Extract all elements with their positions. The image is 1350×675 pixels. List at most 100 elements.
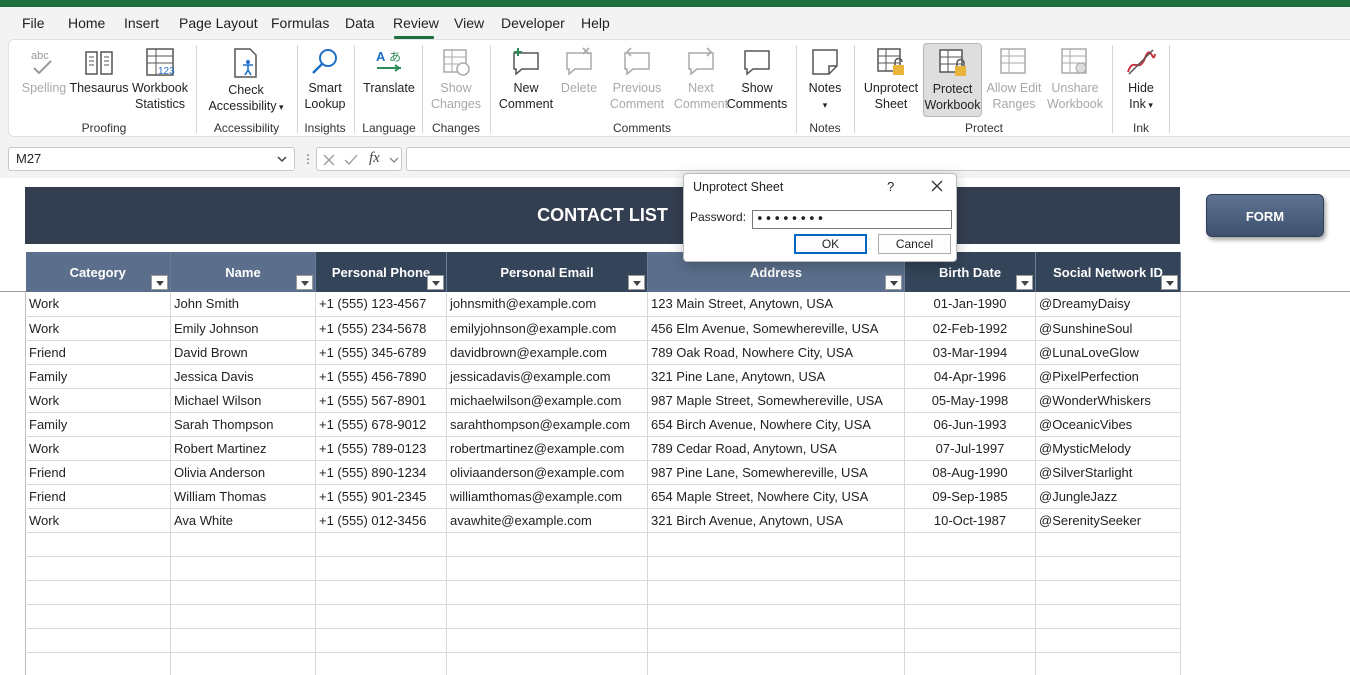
table-cell[interactable]: +1 (555) 901-2345 (315, 484, 447, 509)
table-cell[interactable]: 789 Cedar Road, Anytown, USA (647, 436, 905, 461)
menu-view[interactable]: View (454, 15, 484, 31)
table-cell[interactable] (904, 532, 1036, 557)
smart-lookup-button[interactable]: Smart Lookup (302, 46, 348, 112)
ok-button[interactable]: OK (794, 234, 867, 254)
spelling-button[interactable]: abc Spelling (19, 46, 69, 96)
notes-button[interactable]: Notes ▾ (802, 46, 848, 113)
table-cell[interactable] (904, 628, 1036, 653)
show-comments-button[interactable]: Show Comments (725, 46, 789, 112)
table-cell[interactable]: Family (25, 412, 171, 437)
filter-dropdown-icon[interactable] (885, 275, 902, 290)
table-cell[interactable] (446, 604, 648, 629)
close-icon[interactable] (929, 178, 945, 194)
more-options-icon[interactable]: ⋮ (302, 152, 314, 166)
table-cell[interactable]: @LunaLoveGlow (1035, 340, 1181, 365)
table-cell[interactable] (170, 580, 316, 605)
table-cell[interactable]: 02-Feb-1992 (904, 316, 1036, 341)
table-cell[interactable] (1035, 652, 1181, 675)
insert-function-icon[interactable]: fx (369, 150, 380, 167)
table-cell[interactable]: +1 (555) 678-9012 (315, 412, 447, 437)
filter-dropdown-icon[interactable] (296, 275, 313, 290)
table-cell[interactable]: Work (25, 388, 171, 413)
table-cell[interactable]: 06-Jun-1993 (904, 412, 1036, 437)
check-accessibility-button[interactable]: Check Accessibility ▾ (204, 46, 288, 115)
menu-file[interactable]: File (22, 15, 45, 31)
table-cell[interactable]: 321 Birch Avenue, Anytown, USA (647, 508, 905, 533)
table-cell[interactable]: @SunshineSoul (1035, 316, 1181, 341)
hide-ink-button[interactable]: Hide Ink ▾ (1119, 46, 1163, 113)
table-cell[interactable]: Emily Johnson (170, 316, 316, 341)
delete-comment-button[interactable]: Delete (557, 46, 601, 96)
table-cell[interactable] (446, 652, 648, 675)
table-cell[interactable]: @MysticMelody (1035, 436, 1181, 461)
table-cell[interactable] (446, 628, 648, 653)
table-cell[interactable] (647, 604, 905, 629)
table-cell[interactable] (25, 580, 171, 605)
table-cell[interactable] (904, 580, 1036, 605)
table-cell[interactable]: 654 Birch Avenue, Nowhere City, USA (647, 412, 905, 437)
table-cell[interactable] (1035, 532, 1181, 557)
worksheet[interactable]: CONTACT LIST FORM Category Name Personal… (0, 178, 1350, 675)
new-comment-button[interactable]: New Comment (497, 46, 555, 112)
table-cell[interactable]: johnsmith@example.com (446, 292, 648, 317)
table-cell[interactable]: @PixelPerfection (1035, 364, 1181, 389)
table-cell[interactable]: 10-Oct-1987 (904, 508, 1036, 533)
table-cell[interactable]: +1 (555) 567-8901 (315, 388, 447, 413)
table-cell[interactable] (315, 604, 447, 629)
table-cell[interactable]: 789 Oak Road, Nowhere City, USA (647, 340, 905, 365)
table-cell[interactable] (315, 652, 447, 675)
menu-formulas[interactable]: Formulas (271, 15, 329, 31)
table-cell[interactable]: Friend (25, 460, 171, 485)
table-cell[interactable]: emilyjohnson@example.com (446, 316, 648, 341)
table-cell[interactable]: 01-Jan-1990 (904, 292, 1036, 317)
table-cell[interactable] (315, 628, 447, 653)
table-cell[interactable]: 987 Maple Street, Somewhereville, USA (647, 388, 905, 413)
table-cell[interactable] (170, 628, 316, 653)
table-cell[interactable]: Olivia Anderson (170, 460, 316, 485)
table-cell[interactable]: Robert Martinez (170, 436, 316, 461)
name-box[interactable]: M27 (8, 147, 295, 171)
unprotect-sheet-button[interactable]: Unprotect Sheet (861, 46, 921, 112)
table-cell[interactable] (1035, 628, 1181, 653)
help-icon[interactable]: ? (887, 179, 894, 194)
table-cell[interactable]: Friend (25, 340, 171, 365)
menu-insert[interactable]: Insert (124, 15, 159, 31)
table-cell[interactable] (904, 652, 1036, 675)
filter-dropdown-icon[interactable] (1016, 275, 1033, 290)
table-cell[interactable]: @WonderWhiskers (1035, 388, 1181, 413)
table-cell[interactable]: 05-May-1998 (904, 388, 1036, 413)
table-cell[interactable]: +1 (555) 789-0123 (315, 436, 447, 461)
menu-help[interactable]: Help (581, 15, 610, 31)
table-cell[interactable]: +1 (555) 345-6789 (315, 340, 447, 365)
filter-dropdown-icon[interactable] (1161, 275, 1178, 290)
table-cell[interactable]: 03-Mar-1994 (904, 340, 1036, 365)
table-cell[interactable]: David Brown (170, 340, 316, 365)
table-cell[interactable]: Friend (25, 484, 171, 509)
menu-page-layout[interactable]: Page Layout (179, 15, 258, 31)
password-field[interactable]: •••••••• (752, 210, 952, 229)
filter-dropdown-icon[interactable] (427, 275, 444, 290)
table-cell[interactable] (315, 556, 447, 581)
table-cell[interactable] (904, 604, 1036, 629)
chevron-down-icon[interactable] (389, 154, 399, 166)
table-cell[interactable] (1035, 556, 1181, 581)
menu-developer[interactable]: Developer (501, 15, 565, 31)
table-cell[interactable] (647, 556, 905, 581)
table-cell[interactable] (25, 604, 171, 629)
chevron-down-icon[interactable] (276, 152, 288, 166)
table-cell[interactable]: @SerenitySeeker (1035, 508, 1181, 533)
filter-dropdown-icon[interactable] (151, 275, 168, 290)
table-cell[interactable]: Sarah Thompson (170, 412, 316, 437)
table-cell[interactable] (446, 532, 648, 557)
menu-home[interactable]: Home (68, 15, 105, 31)
table-cell[interactable]: oliviaanderson@example.com (446, 460, 648, 485)
table-cell[interactable] (647, 652, 905, 675)
table-cell[interactable]: 07-Jul-1997 (904, 436, 1036, 461)
table-cell[interactable]: +1 (555) 123-4567 (315, 292, 447, 317)
show-changes-button[interactable]: Show Changes (429, 46, 483, 112)
table-cell[interactable] (170, 556, 316, 581)
cancel-icon[interactable] (322, 153, 336, 167)
table-cell[interactable] (315, 532, 447, 557)
table-cell[interactable] (25, 556, 171, 581)
filter-dropdown-icon[interactable] (628, 275, 645, 290)
